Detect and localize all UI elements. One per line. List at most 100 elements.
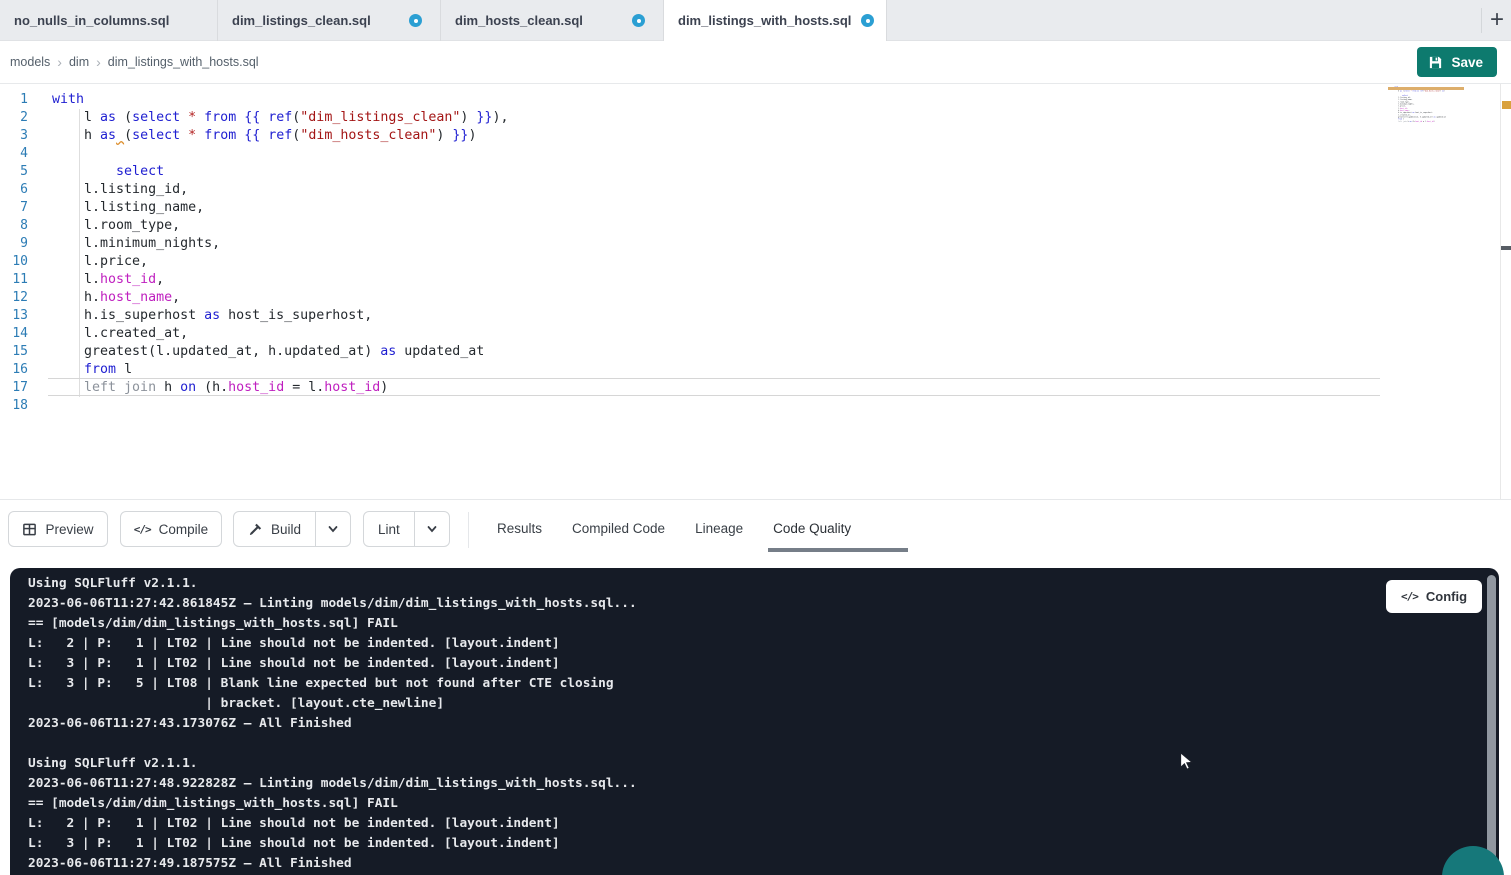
minimap-warning-highlight [1388, 87, 1464, 90]
modified-dot-icon [409, 14, 422, 27]
code-line: from l [52, 361, 508, 379]
save-floppy-icon [1428, 55, 1443, 70]
chevron-right-icon: › [57, 54, 62, 70]
code-line: with [52, 91, 508, 109]
tab-lineage[interactable]: Lineage [695, 521, 743, 536]
terminal-line: L: 3 | P: 1 | LT02 | Line should not be … [28, 834, 637, 854]
file-tab-dim_listings_clean.sql[interactable]: dim_listings_clean.sql [218, 0, 441, 41]
file-tab-label: dim_listings_with_hosts.sql [678, 13, 851, 28]
action-toolbar: Preview </> Compile Build Lint [0, 500, 1511, 568]
preview-button[interactable]: Preview [8, 511, 108, 547]
config-label: Config [1426, 589, 1467, 604]
line-number: 14 [0, 325, 28, 343]
file-tab-dim_listings_with_hosts.sql[interactable]: dim_listings_with_hosts.sql [664, 0, 887, 41]
code-line: h as (select * from {{ ref("dim_hosts_cl… [1394, 90, 1449, 92]
terminal-line [28, 734, 637, 754]
code-line: l.price, [52, 253, 508, 271]
terminal-line: L: 2 | P: 1 | LT02 | Line should not be … [28, 814, 637, 834]
line-number: 3 [0, 127, 28, 145]
build-split-button: Build [233, 511, 351, 547]
modified-dot-icon [861, 14, 874, 27]
file-tab-label: dim_listings_clean.sql [232, 13, 371, 28]
terminal-scrollbar[interactable] [1487, 575, 1496, 869]
line-number: 13 [0, 307, 28, 325]
line-number: 6 [0, 181, 28, 199]
code-line: l.listing_name, [52, 199, 508, 217]
code-editor[interactable]: 123456789101112131415161718 with l as (s… [0, 84, 1511, 500]
overview-ruler [1500, 84, 1501, 500]
lint-split-button: Lint [363, 511, 450, 547]
compile-button[interactable]: </> Compile [120, 511, 222, 547]
code-line: l.minimum_nights, [52, 235, 508, 253]
compile-code-icon: </> [134, 523, 151, 536]
build-label: Build [271, 522, 301, 537]
chevron-down-icon [426, 523, 438, 535]
compile-label: Compile [159, 522, 209, 537]
file-tabs: no_nulls_in_columns.sql dim_listings_clea… [0, 0, 887, 41]
line-number: 15 [0, 343, 28, 361]
code-line: l.host_id, [52, 271, 508, 289]
tab-results[interactable]: Results [497, 521, 542, 536]
code-line: h as (select * from {{ ref("dim_hosts_cl… [52, 127, 508, 145]
line-number: 4 [0, 145, 28, 163]
modified-dot-icon [632, 14, 645, 27]
preview-grid-icon [22, 522, 37, 537]
minimap[interactable]: with l as (select * from {{ ref("dim_lis… [1388, 85, 1464, 145]
terminal-line: == [models/dim/dim_listings_with_hosts.s… [28, 614, 637, 634]
code-line: l as (select * from {{ ref("dim_listings… [52, 109, 508, 127]
code-line: select [52, 163, 508, 181]
file-tab-bar: no_nulls_in_columns.sql dim_listings_clea… [0, 0, 1511, 41]
line-number: 16 [0, 361, 28, 379]
config-button[interactable]: </> Config [1386, 580, 1482, 613]
terminal-line: | bracket. [layout.cte_newline] [28, 694, 637, 714]
line-number: 18 [0, 397, 28, 415]
terminal-line: == [models/dim/dim_listings_with_hosts.s… [28, 794, 637, 814]
code-text[interactable]: with l as (select * from {{ ref("dim_lis… [1394, 86, 1449, 125]
chevron-right-icon: › [96, 54, 101, 70]
terminal-line: 2023-06-06T11:27:42.861845Z — Linting mo… [28, 594, 637, 614]
code-line: l.listing_id, [52, 181, 508, 199]
file-tab-dim_hosts_clean.sql[interactable]: dim_hosts_clean.sql [441, 0, 664, 41]
build-hammer-icon [248, 522, 263, 537]
save-button[interactable]: Save [1417, 47, 1497, 77]
code-line: left join h on (h.host_id = l.host_id) [52, 379, 508, 397]
terminal-line: 2023-06-06T11:27:49.187575Z — All Finish… [28, 854, 637, 874]
code-line [1394, 123, 1449, 125]
line-number: 8 [0, 217, 28, 235]
file-tab-label: dim_hosts_clean.sql [455, 13, 583, 28]
config-code-icon: </> [1401, 590, 1418, 603]
file-tab-no_nulls_in_columns.sql[interactable]: no_nulls_in_columns.sql [0, 0, 218, 41]
terminal-line: L: 2 | P: 1 | LT02 | Line should not be … [28, 634, 637, 654]
terminal-line: L: 3 | P: 5 | LT08 | Blank line expected… [28, 674, 637, 694]
tab-compiled-code[interactable]: Compiled Code [572, 521, 665, 536]
ruler-warning-marker [1502, 101, 1511, 109]
terminal-line: Using SQLFluff v2.1.1. [28, 754, 637, 774]
terminal-output: Using SQLFluff v2.1.1.2023-06-06T11:27:4… [28, 574, 637, 874]
save-label: Save [1451, 55, 1483, 70]
terminal-line: 2023-06-06T11:27:48.922828Z — Linting mo… [28, 774, 637, 794]
build-dropdown-button[interactable] [315, 512, 350, 546]
tab-code-quality[interactable]: Code Quality [773, 521, 851, 536]
line-number: 12 [0, 289, 28, 307]
lint-button[interactable]: Lint [364, 512, 414, 546]
code-line: greatest(l.updated_at, h.updated_at) as … [52, 343, 508, 361]
terminal-line: L: 3 | P: 1 | LT02 | Line should not be … [28, 654, 637, 674]
breadcrumb: models › dim › dim_listings_with_hosts.sql [10, 41, 259, 83]
code-line: l.room_type, [52, 217, 508, 235]
breadcrumb-item[interactable]: dim [69, 55, 89, 69]
breadcrumb-item[interactable]: models [10, 55, 50, 69]
ruler-position-marker [1501, 246, 1511, 250]
new-tab-button[interactable]: + [1484, 5, 1510, 35]
active-tab-underline [768, 548, 908, 552]
code-text[interactable]: with l as (select * from {{ ref("dim_lis… [52, 91, 508, 415]
lint-dropdown-button[interactable] [414, 512, 449, 546]
line-number: 2 [0, 109, 28, 127]
code-line [52, 145, 508, 163]
line-number: 1 [0, 91, 28, 109]
line-number: 10 [0, 253, 28, 271]
build-button[interactable]: Build [234, 512, 315, 546]
file-tab-label: no_nulls_in_columns.sql [14, 13, 169, 28]
breadcrumb-row: models › dim › dim_listings_with_hosts.sql S… [0, 41, 1511, 84]
breadcrumb-item[interactable]: dim_listings_with_hosts.sql [108, 55, 259, 69]
toolbar-divider [468, 512, 469, 548]
